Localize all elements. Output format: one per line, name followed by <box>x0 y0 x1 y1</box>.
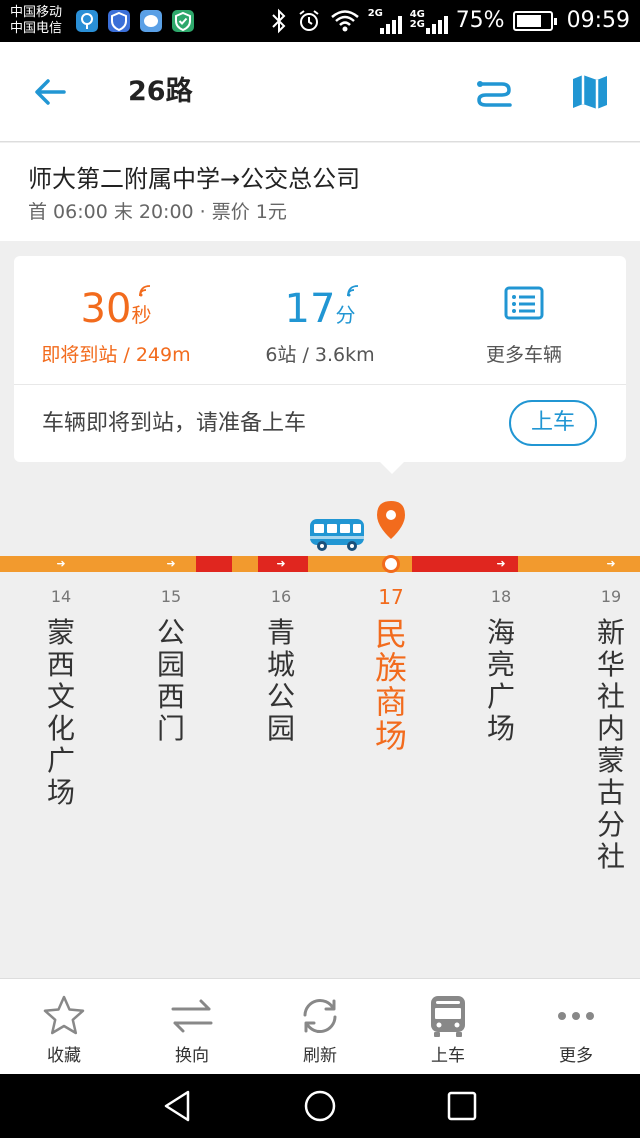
bus-icon[interactable] <box>308 516 366 554</box>
realtime-signal-icon <box>347 285 359 297</box>
stop-number: 15 <box>160 587 182 606</box>
bottom-toolbar: 收藏 换向 刷新 上车 更多 <box>0 978 640 1074</box>
shield-app-icon <box>108 10 130 32</box>
battery-icon <box>512 11 557 31</box>
more-vehicles-label: 更多车辆 <box>485 344 562 366</box>
current-stop-marker <box>382 555 400 573</box>
stop-number: 14 <box>50 587 72 606</box>
favorite-label: 收藏 <box>47 1046 81 1066</box>
board-button[interactable]: 上车 <box>509 400 597 446</box>
arrival-card: 30秒 即将到站 / 249m 17分 6站 / 3.6km 更多车辆 车辆即将… <box>14 256 626 462</box>
eta-value: 30 <box>80 286 132 332</box>
stop-name: 青城公园 <box>266 616 295 745</box>
stop-item[interactable]: 15 公园西门 <box>141 585 201 745</box>
refresh-label: 刷新 <box>303 1046 337 1066</box>
stop-number: 19 <box>600 587 622 606</box>
alarm-icon <box>299 10 319 31</box>
star-icon <box>43 995 85 1035</box>
next-info: 6站 / 3.6km <box>265 344 375 366</box>
next-value: 17 <box>284 286 336 332</box>
nav-recents-icon[interactable] <box>444 1088 480 1124</box>
boarding-tip: 车辆即将到站，请准备上车 <box>42 411 307 436</box>
refresh-button[interactable]: 刷新 <box>256 979 384 1075</box>
route-schedule-fare: 首 06:00 末 20:00 · 票价 1元 <box>28 201 287 223</box>
status-icons: 2G 4G 2G 75% 09:59 <box>270 6 630 36</box>
swap-arrows-icon <box>171 999 213 1033</box>
eta-next[interactable]: 17分 6站 / 3.6km <box>218 256 422 384</box>
traffic-segment <box>518 556 640 572</box>
chat-app-icon <box>140 10 162 32</box>
battery-percent: 75% <box>455 8 505 33</box>
location-app-icon <box>76 10 98 32</box>
traffic-segment <box>232 556 258 572</box>
bus-front-icon <box>431 996 465 1037</box>
route-line: ➜ ➜ ➜ ➜ ➜ <box>0 556 640 572</box>
divider <box>14 384 626 385</box>
direction-arrow-icon: ➜ <box>56 557 66 570</box>
clock: 09:59 <box>566 8 630 33</box>
card-pointer <box>380 462 404 474</box>
nav-back-icon[interactable] <box>160 1088 196 1124</box>
stop-name: 蒙西文化广场 <box>46 616 75 809</box>
more-label: 更多 <box>559 1046 593 1066</box>
stop-item[interactable]: 19 新华社内蒙古分社 <box>581 585 640 873</box>
transfer-route-icon[interactable] <box>472 70 516 114</box>
status-bar: 中国移动 中国电信 2G 4G 2G 75% 09:59 <box>0 0 640 42</box>
stop-name: 新华社内蒙古分社 <box>596 616 625 873</box>
stop-number: 17 <box>378 585 404 609</box>
battery-fill <box>516 15 541 27</box>
page-title: 26路 <box>128 76 193 107</box>
stop-item[interactable]: 18 海亮广场 <box>471 585 531 745</box>
eta-unit: 秒 <box>131 303 152 327</box>
stop-item[interactable]: 14 蒙西文化广场 <box>31 585 91 809</box>
carrier-info: 中国移动 中国电信 <box>10 5 62 37</box>
realtime-signal-icon <box>139 285 151 297</box>
signal-4g-icon: 4G 2G <box>410 8 448 34</box>
more-vehicles[interactable]: 更多车辆 <box>422 256 626 384</box>
location-pin-icon <box>377 501 405 539</box>
network-label-2g-secondary: 2G <box>409 19 425 30</box>
direction-arrow-icon: ➜ <box>606 557 616 570</box>
stop-name: 民族商场 <box>374 615 407 755</box>
bluetooth-icon <box>271 8 286 34</box>
stop-item-current[interactable]: 17 民族商场 <box>361 585 421 753</box>
stop-number: 18 <box>490 587 512 606</box>
traffic-segment <box>196 556 232 572</box>
stop-name: 公园西门 <box>156 616 185 745</box>
back-arrow-icon[interactable] <box>30 72 70 112</box>
carrier-2: 中国电信 <box>10 21 63 36</box>
refresh-icon <box>303 998 337 1034</box>
reverse-label: 换向 <box>175 1046 209 1066</box>
stop-number: 16 <box>270 587 292 606</box>
stop-item[interactable]: 16 青城公园 <box>251 585 311 745</box>
reverse-direction-button[interactable]: 换向 <box>128 979 256 1075</box>
eta-status: 即将到站 / 249m <box>41 344 191 366</box>
more-dots-icon <box>558 1012 594 1020</box>
eta-nearest[interactable]: 30秒 即将到站 / 249m <box>14 256 218 384</box>
security-app-icon <box>172 10 194 32</box>
wifi-icon <box>330 10 359 32</box>
system-nav-bar <box>0 1074 640 1138</box>
vehicle-list-icon <box>504 286 544 320</box>
board-tab-button[interactable]: 上车 <box>384 979 512 1075</box>
favorite-button[interactable]: 收藏 <box>0 979 128 1075</box>
map-icon[interactable] <box>568 70 612 114</box>
more-button[interactable]: 更多 <box>512 979 640 1075</box>
carrier-1: 中国移动 <box>10 5 63 20</box>
signal-2g-icon: 2G <box>368 8 402 34</box>
next-unit: 分 <box>335 303 356 327</box>
route-direction: 师大第二附属中学→公交总公司 <box>28 165 361 193</box>
nav-home-icon[interactable] <box>302 1088 338 1124</box>
stop-name: 海亮广场 <box>486 616 515 745</box>
direction-arrow-icon: ➜ <box>276 557 286 570</box>
board-tab-label: 上车 <box>431 1046 465 1066</box>
direction-arrow-icon: ➜ <box>496 557 506 570</box>
route-info: 师大第二附属中学→公交总公司 首 06:00 末 20:00 · 票价 1元 <box>0 143 640 241</box>
app-header: 26路 <box>0 42 640 142</box>
direction-arrow-icon: ➜ <box>166 557 176 570</box>
